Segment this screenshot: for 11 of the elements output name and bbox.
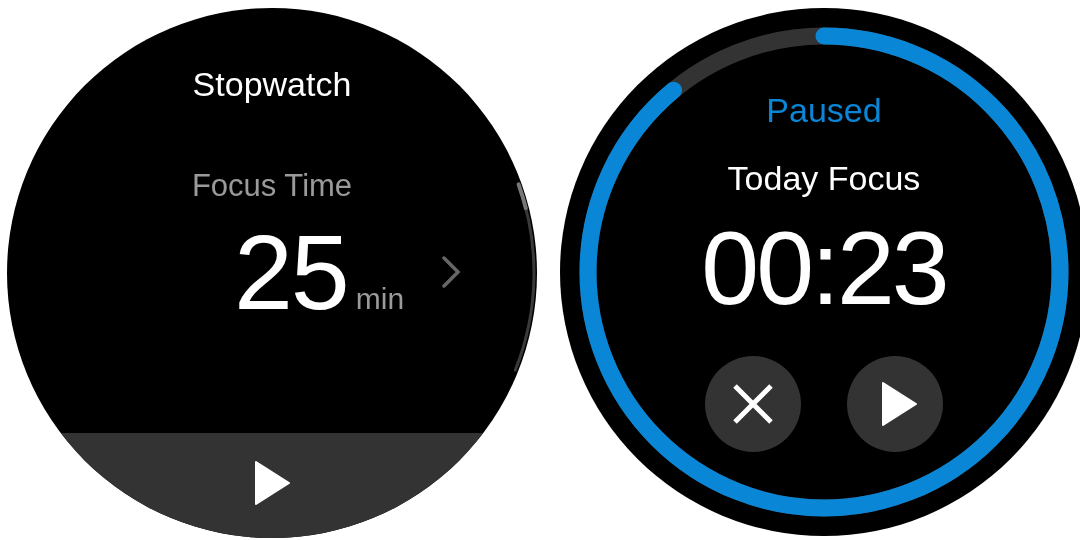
duration-value: 25 (233, 222, 348, 322)
close-icon (732, 383, 774, 425)
elapsed-time: 00:23 (701, 216, 947, 320)
timer-label: Today Focus (727, 158, 921, 198)
timer-status: Paused (766, 90, 882, 130)
play-icon (254, 461, 290, 505)
play-icon (881, 382, 917, 426)
duration-unit: min (355, 282, 405, 316)
screen-title: Stopwatch (192, 64, 352, 104)
chevron-right-icon[interactable] (442, 256, 461, 288)
focus-time-label: Focus Time (191, 168, 353, 204)
